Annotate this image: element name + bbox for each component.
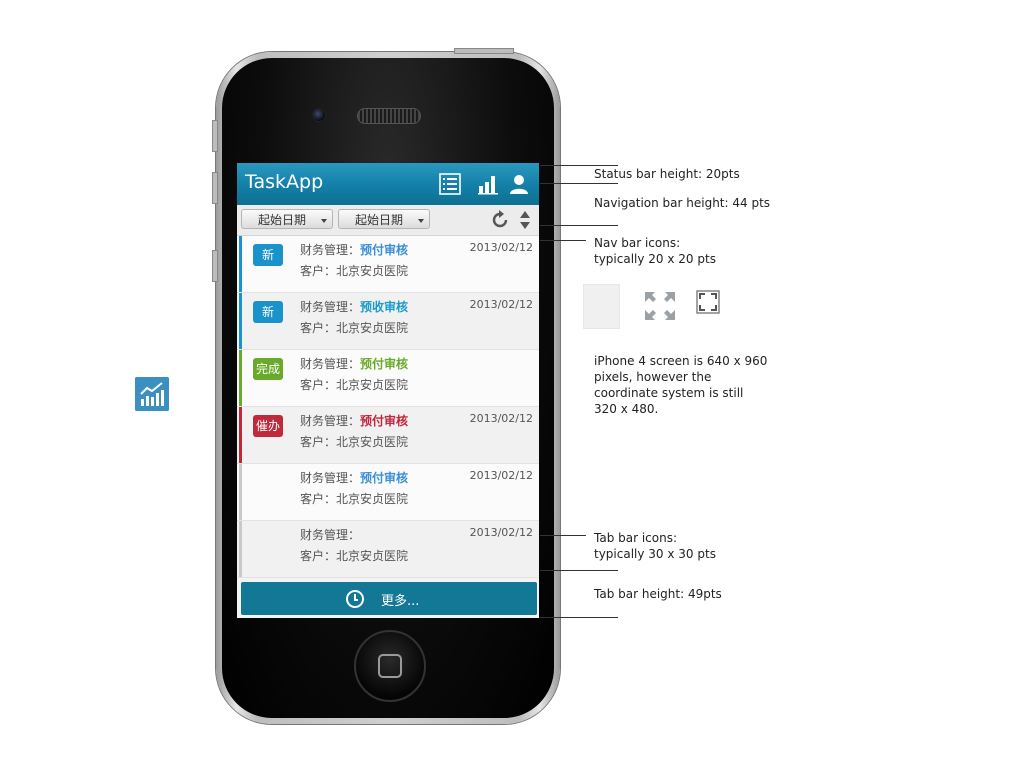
task-title: 财务管理：预付审核 (300, 469, 408, 486)
screen-note-line3: coordinate system is still (594, 386, 744, 400)
tab-bar-pointer-2 (540, 617, 618, 618)
task-date: 2013/02/12 (469, 298, 533, 311)
task-client: 客户：北京安贞医院 (300, 435, 409, 449)
status-badge: 完成 (253, 358, 283, 380)
volume-down-button (212, 250, 218, 282)
user-icon[interactable] (508, 173, 530, 195)
icon-placeholder (583, 284, 620, 329)
task-row[interactable]: 财务管理： 客户：北京安贞医院 2013/02/12 (237, 521, 539, 578)
task-client: 客户：北京安贞医院 (300, 378, 409, 392)
home-button[interactable] (354, 630, 426, 702)
tab-icons-note-line1: Tab bar icons: (594, 531, 678, 545)
power-button (454, 48, 514, 54)
task-row[interactable]: 财务管理：预付审核 客户：北京安贞医院 2013/02/12 (237, 464, 539, 521)
task-title: 财务管理： (300, 526, 360, 543)
tab-icons-note-line2: typically 30 x 30 pts (594, 547, 716, 561)
task-client: 客户：北京安贞医院 (300, 321, 409, 335)
status-stripe (239, 350, 242, 406)
task-title: 财务管理：预付审核 (300, 355, 408, 372)
task-category: 财务管理： (300, 300, 361, 314)
task-list: 新财务管理：预付审核 客户：北京安贞医院 2013/02/12 新财务管理：预收审核客… (237, 236, 539, 578)
nav-bar-note: Navigation bar height: 44 pts (594, 196, 771, 210)
chevron-down-icon (321, 219, 327, 223)
task-row[interactable]: 完成 财务管理：预付审核 客户：北京安贞医院 (237, 350, 539, 407)
task-client: 客户：北京安贞医院 (300, 549, 409, 563)
status-stripe (239, 521, 242, 577)
nav-icons-note: Nav bar icons: typically 20 x 20 pts (594, 235, 716, 267)
bar-chart-icon[interactable] (477, 173, 499, 195)
more-button-label: 更多... (381, 594, 420, 609)
filter-bar: 起始日期 起始日期 (237, 205, 539, 236)
task-category: 财务管理： (300, 357, 361, 371)
expand-arrows-icon (645, 292, 675, 320)
start-date-dropdown[interactable]: 起始日期 (241, 209, 333, 229)
task-date: 2013/02/12 (469, 469, 533, 482)
task-status: 预付审核 (360, 414, 409, 428)
sort-arrows-icon[interactable] (519, 209, 531, 231)
task-category: 财务管理： (300, 243, 361, 257)
nav-bar-pointer (540, 225, 618, 226)
screen-note-line4: 320 x 480. (594, 402, 659, 416)
tab-icons-pointer (540, 535, 586, 536)
task-title: 财务管理：预收审核 (300, 298, 408, 315)
trend-chart-icon (135, 377, 169, 411)
tab-bar-note: Tab bar height: 49pts (594, 587, 722, 601)
screen-note-line1: iPhone 4 screen is 640 x 960 (594, 354, 768, 368)
chevron-down-icon (418, 219, 424, 223)
status-stripe (239, 464, 242, 520)
end-date-label: 起始日期 (355, 213, 404, 227)
nav-bar: TaskApp (237, 163, 539, 205)
nav-icons-note-line2: typically 20 x 20 pts (594, 252, 716, 266)
screen-note-line2: pixels, however the (594, 370, 712, 384)
end-date-dropdown[interactable]: 起始日期 (338, 209, 430, 229)
task-title: 财务管理：预付审核 (300, 241, 408, 258)
refresh-icon[interactable] (489, 209, 511, 231)
status-stripe (239, 293, 242, 349)
home-square-icon (378, 654, 402, 678)
nav-icons-pointer (540, 240, 586, 241)
start-date-label: 起始日期 (258, 213, 307, 227)
task-row[interactable]: 催办 财务管理：预付审核 客户：北京安贞医院 2013/02/12 (237, 407, 539, 464)
task-status: 预付审核 (360, 471, 409, 485)
task-row[interactable]: 新财务管理：预收审核 客户：北京安贞医院 2013/02/12 (237, 293, 539, 350)
status-badge: 催办 (253, 415, 283, 437)
more-button[interactable]: 更多... (241, 582, 537, 615)
task-row[interactable]: 新财务管理：预付审核 客户：北京安贞医院 2013/02/12 (237, 236, 539, 293)
task-category: 财务管理： (300, 528, 361, 542)
fullscreen-icon (696, 290, 720, 314)
status-stripe (239, 407, 242, 463)
status-badge: 新 (253, 301, 283, 323)
status-stripe (239, 236, 242, 292)
status-bar-pointer-2 (540, 183, 618, 184)
front-camera (312, 108, 326, 122)
list-icon[interactable] (439, 173, 461, 195)
task-status: 预付审核 (360, 243, 409, 257)
nav-icons-note-line1: Nav bar icons: (594, 236, 681, 250)
task-category: 财务管理： (300, 471, 361, 485)
task-client: 客户：北京安贞医院 (300, 492, 409, 506)
tab-bar-pointer (540, 570, 618, 571)
app-title: TaskApp (245, 171, 324, 193)
task-category: 财务管理： (300, 414, 361, 428)
task-date: 2013/02/12 (469, 526, 533, 539)
earpiece-speaker (357, 108, 421, 124)
volume-up-button (212, 172, 218, 204)
task-status: 预付审核 (360, 357, 409, 371)
task-status: 预收审核 (360, 300, 409, 314)
silent-switch (212, 120, 218, 152)
app-screen: TaskApp 起始日期 起始日期 新财务管理：预付审核 客户：北京安贞医院 2… (237, 163, 539, 618)
status-badge: 新 (253, 244, 283, 266)
tab-icons-note: Tab bar icons: typically 30 x 30 pts (594, 530, 716, 562)
status-bar-note: Status bar height: 20pts (594, 167, 740, 181)
task-title: 财务管理：预付审核 (300, 412, 408, 429)
task-date: 2013/02/12 (469, 241, 533, 254)
screen-size-note: iPhone 4 screen is 640 x 960 pixels, how… (594, 353, 767, 417)
clock-icon (346, 590, 364, 608)
task-client: 客户：北京安贞医院 (300, 264, 409, 278)
task-date: 2013/02/12 (469, 412, 533, 425)
